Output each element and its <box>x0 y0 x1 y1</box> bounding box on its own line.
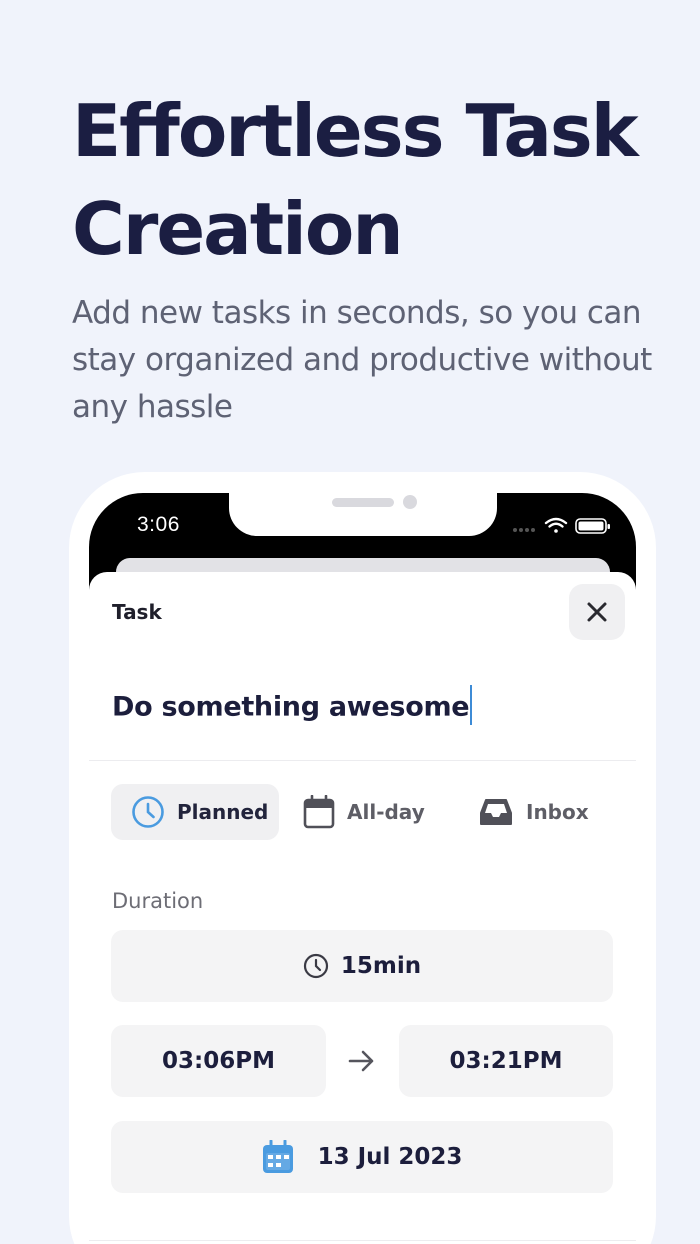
start-time-value: 03:06PM <box>162 1048 275 1074</box>
mode-all-day[interactable]: All-day <box>303 784 443 840</box>
status-icons <box>512 516 612 536</box>
calendar-icon <box>303 795 335 829</box>
hero-subtitle: Add new tasks in seconds, so you can sta… <box>72 295 652 425</box>
mode-inbox[interactable]: Inbox <box>478 784 598 840</box>
wifi-icon <box>544 517 568 533</box>
phone-notch <box>229 490 497 536</box>
inbox-icon <box>480 799 512 825</box>
hero-title: Effortless Task Creation <box>72 89 639 271</box>
sheet-title: Task <box>112 600 162 624</box>
close-icon <box>587 602 607 622</box>
mode-label: Inbox <box>526 800 589 824</box>
end-time-picker[interactable]: 03:21PM <box>399 1025 613 1097</box>
close-button[interactable] <box>569 584 625 640</box>
divider <box>89 760 636 761</box>
divider <box>89 1240 636 1241</box>
task-name-text: Do something awesome <box>112 691 470 723</box>
text-caret <box>470 685 473 725</box>
speaker-grille <box>332 498 394 507</box>
clock-icon <box>132 796 164 828</box>
signal-icon <box>513 528 535 532</box>
calendar-icon <box>262 1140 294 1174</box>
mode-planned[interactable]: Planned <box>111 784 279 840</box>
duration-label: Duration <box>112 889 204 913</box>
battery-icon <box>575 518 610 534</box>
arrow-right-icon <box>347 1048 377 1078</box>
clock-icon <box>303 953 329 979</box>
task-name-input[interactable]: Do something awesome <box>112 685 473 728</box>
duration-picker[interactable]: 15min <box>111 930 613 1002</box>
duration-value: 15min <box>340 953 422 979</box>
mode-label: Planned <box>177 800 269 824</box>
status-time: 3:06 <box>137 513 180 536</box>
front-camera <box>403 495 417 509</box>
date-value: 13 Jul 2023 <box>317 1144 463 1170</box>
start-time-picker[interactable]: 03:06PM <box>111 1025 326 1097</box>
date-picker[interactable]: 13 Jul 2023 <box>111 1121 613 1193</box>
end-time-value: 03:21PM <box>449 1048 563 1074</box>
mode-label: All-day <box>347 800 425 824</box>
